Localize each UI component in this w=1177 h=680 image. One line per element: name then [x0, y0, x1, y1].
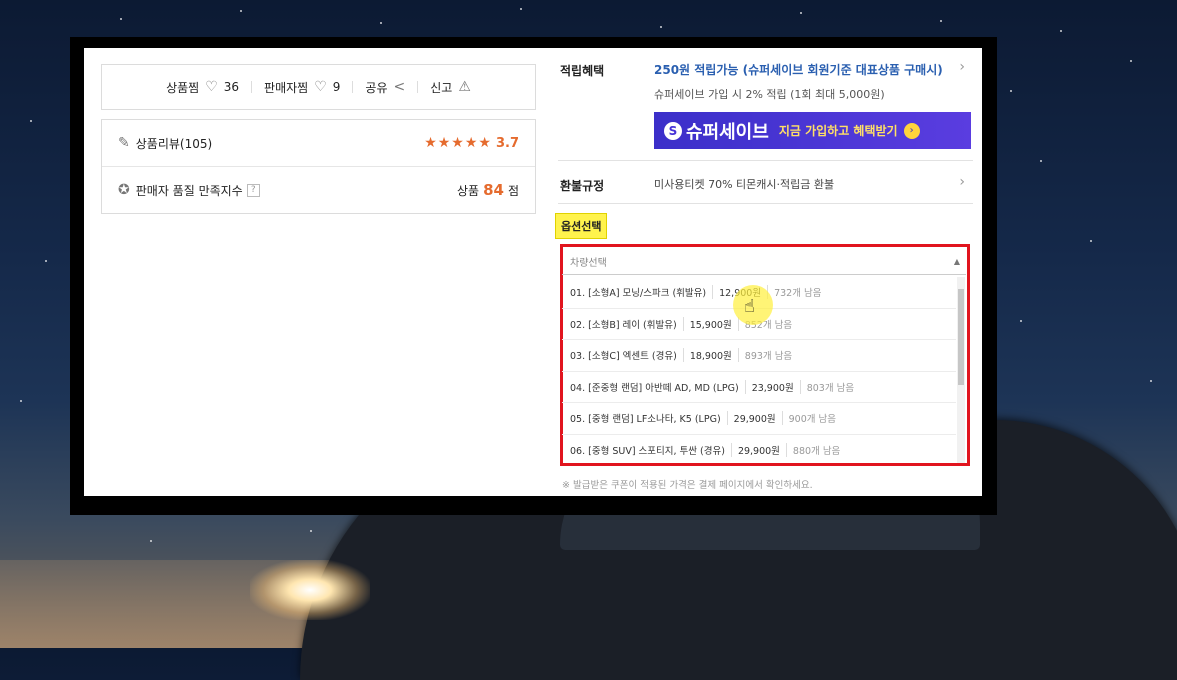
- siren-icon: ⚠: [458, 79, 471, 95]
- scrollbar-thumb[interactable]: [958, 289, 964, 385]
- option-stock: 880개 남음: [785, 442, 840, 457]
- option-name: 02. [소형B] 레이 (휘발유): [570, 319, 677, 331]
- option-price: 29,900원: [726, 411, 782, 426]
- review-label: 상품리뷰(105): [135, 136, 213, 151]
- chevron-right-icon[interactable]: ›: [959, 59, 965, 75]
- option-name: 06. [중형 SUV] 스포티지, 투싼 (경유): [570, 445, 725, 457]
- hand-pointer-icon: ☝: [744, 296, 755, 317]
- score-suffix: 점: [507, 183, 519, 198]
- benefit-main-link[interactable]: 250원 적립가능 (슈퍼세이브 회원기준 대표상품 구매시): [654, 61, 943, 78]
- help-icon[interactable]: ?: [246, 183, 260, 197]
- option-stock: 900개 남음: [781, 411, 836, 426]
- chevron-right-icon[interactable]: ›: [959, 174, 965, 190]
- seller-like-label: 판매자찜: [264, 80, 309, 95]
- option-scrollbar[interactable]: [957, 277, 965, 463]
- divider: [558, 160, 973, 161]
- option-stock: 803개 남음: [799, 379, 854, 394]
- option-name: 05. [중형 랜덤] LF소나타, K5 (LPG): [570, 414, 721, 426]
- report-button[interactable]: 신고 ⚠: [418, 79, 483, 96]
- heart-icon: ♡: [314, 79, 327, 95]
- heart-icon: ♡: [205, 79, 218, 95]
- product-like-button[interactable]: 상품찜 ♡ 36: [154, 79, 251, 96]
- vehicle-select-dropdown[interactable]: 차량선택 ▲: [562, 249, 966, 275]
- supersave-banner[interactable]: S 슈퍼세이브 지금 가입하고 혜택받기 ›: [654, 112, 971, 149]
- option-price: 23,900원: [744, 379, 800, 394]
- option-item[interactable]: 04. [준중형 랜덤] 아반떼 AD, MD (LPG) 23,900원 803개…: [562, 372, 956, 403]
- option-name: 04. [준중형 랜덤] 아반떼 AD, MD (LPG): [570, 382, 739, 394]
- review-summary-box: ✎ 상품리뷰(105) ★★★★★ 3.7 ✪ 판매자 품질 만족지수 ? 상품…: [101, 119, 536, 214]
- divider: [558, 203, 973, 204]
- option-item[interactable]: 06. [중형 SUV] 스포티지, 투싼 (경유) 29,900원 880개 남음: [562, 435, 956, 464]
- benefit-label: 적립혜택: [560, 64, 605, 78]
- caret-up-icon: ▲: [953, 257, 960, 266]
- option-name: 03. [소형C] 엑센트 (경유): [570, 351, 677, 363]
- supersave-cta: 지금 가입하고 혜택받기: [778, 124, 898, 138]
- share-icon: <: [393, 79, 406, 95]
- pencil-note-icon: ✎: [118, 135, 130, 151]
- option-select-label: 옵션선택: [555, 213, 608, 239]
- supersave-logo-icon: S: [664, 121, 682, 140]
- share-button[interactable]: 공유 <: [353, 79, 417, 96]
- select-placeholder: 차량선택: [570, 258, 607, 269]
- seller-quality-label: 판매자 품질 만족지수: [135, 183, 243, 198]
- star-rating-icon: ★★★★★: [424, 135, 492, 151]
- coupon-note: ※ 발급받은 쿠폰이 적용된 가격은 결제 페이지에서 확인하세요.: [562, 480, 813, 491]
- share-label: 공유: [365, 80, 388, 95]
- purchase-info-column: 적립혜택 250원 적립가능 (슈퍼세이브 회원기준 대표상품 구매시) › 슈…: [555, 48, 973, 496]
- report-label: 신고: [430, 80, 453, 95]
- seller-quality-row: ✪ 판매자 품질 만족지수 ? 상품 84 점: [102, 166, 535, 213]
- option-price: 15,900원: [682, 316, 738, 331]
- benefit-sub-text: 슈퍼세이브 가입 시 2% 적립 (1회 최대 5,000원): [654, 88, 885, 101]
- arrow-circle-icon: ›: [903, 122, 920, 139]
- option-price: 29,900원: [730, 442, 786, 457]
- option-item[interactable]: 03. [소형C] 엑센트 (경유) 18,900원 893개 남음: [562, 340, 956, 372]
- review-rating: 3.7: [495, 135, 519, 151]
- product-like-label: 상품찜: [166, 80, 200, 95]
- medal-icon: ✪: [118, 182, 130, 198]
- refund-label: 환불규정: [560, 179, 605, 193]
- option-name: 01. [소형A] 모닝/스파크 (휘발유): [570, 288, 707, 300]
- seller-like-count: 9: [332, 80, 341, 94]
- car-headlight: [250, 560, 370, 620]
- option-stock: 732개 남음: [767, 285, 821, 300]
- product-detail-panel: 상품찜 ♡ 36 판매자찜 ♡ 9 공유 < 신고 ⚠ ✎ 상품리뷰(105) …: [84, 48, 982, 496]
- supersave-brand: 슈퍼세이브: [686, 121, 769, 143]
- option-item[interactable]: 05. [중형 랜덤] LF소나타, K5 (LPG) 29,900원 900개 남…: [562, 403, 956, 435]
- product-like-count: 36: [223, 80, 240, 94]
- refund-text: 미사용티켓 70% 티몬캐시·적립금 환불: [654, 178, 835, 191]
- option-stock: 893개 남음: [737, 348, 792, 363]
- share-bar: 상품찜 ♡ 36 판매자찜 ♡ 9 공유 < 신고 ⚠: [101, 64, 536, 110]
- seller-like-button[interactable]: 판매자찜 ♡ 9: [252, 79, 352, 96]
- product-review-row[interactable]: ✎ 상품리뷰(105) ★★★★★ 3.7: [102, 120, 535, 166]
- score-prefix: 상품: [456, 183, 480, 198]
- option-price: 18,900원: [682, 348, 738, 363]
- seller-quality-score: 84: [483, 181, 504, 199]
